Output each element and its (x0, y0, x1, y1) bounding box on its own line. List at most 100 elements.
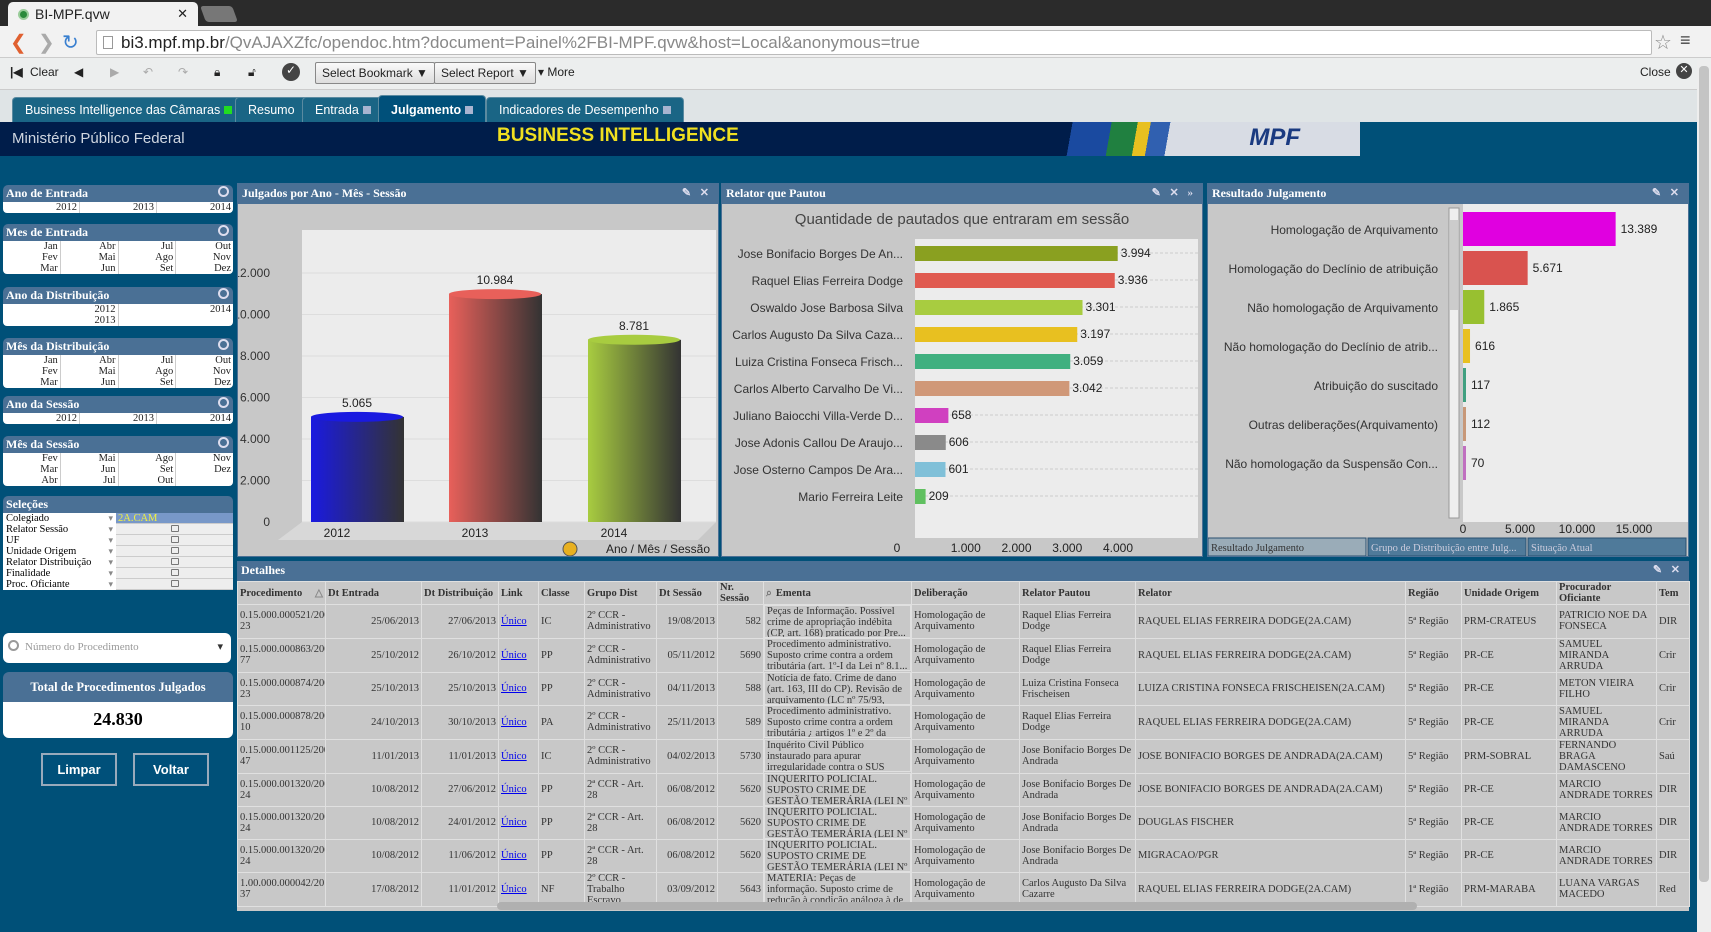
new-tab-button[interactable] (200, 6, 238, 22)
search-icon[interactable] (218, 437, 229, 448)
listbox-value[interactable]: Dez (176, 377, 231, 388)
category-label[interactable]: Luiza Cristina Fonseca Frisch... (735, 355, 903, 369)
search-icon[interactable]: ⌕ (766, 588, 772, 599)
category-label[interactable]: Jose Osterno Campos De Ara... (734, 463, 903, 477)
listbox-value[interactable]: Ago (119, 366, 173, 377)
column-header[interactable]: Tem (1656, 581, 1690, 605)
dropdown-arrow-icon[interactable]: ▾ (217, 640, 223, 653)
cycle-group-icon[interactable] (562, 541, 578, 557)
listbox-value[interactable]: 2014 (157, 202, 231, 213)
redo-icon[interactable]: ↷ (178, 65, 188, 79)
selection-row[interactable]: Colegiado2A.CAM (3, 513, 233, 524)
table-row[interactable]: 0.15.000.001125/2005-4711/01/201311/01/2… (237, 738, 1690, 774)
column-header[interactable]: Link (498, 581, 539, 605)
url-input[interactable]: bi3.mpf.mp.br/QvAJAXZfc/opendoc.htm?docu… (96, 30, 1652, 55)
selection-value[interactable] (116, 568, 233, 579)
column-header[interactable]: ⌕ Ementa (763, 581, 912, 605)
link-unico[interactable]: Único (501, 751, 527, 762)
selection-row[interactable]: Relator Sessão (3, 524, 233, 535)
listbox-value[interactable]: Abr (61, 241, 115, 252)
listbox-value[interactable]: 2012 (3, 202, 77, 213)
selection-field[interactable]: UF (3, 535, 116, 546)
selection-field[interactable]: Relator Sessão (3, 524, 116, 535)
clear-button[interactable]: Clear (30, 65, 59, 79)
column-header[interactable]: Procurador Oficiante (1556, 581, 1657, 605)
chart-tab-label[interactable]: Resultado Julgamento (1211, 543, 1304, 554)
listbox-value[interactable]: Jul (119, 355, 173, 366)
voltar-button[interactable]: Voltar (133, 753, 209, 786)
listbox-value[interactable]: 2014 (157, 413, 231, 424)
selection-value[interactable] (116, 524, 233, 535)
table-row[interactable]: 0.15.000.000878/2001-1024/10/201330/10/2… (237, 704, 1690, 740)
chart-tab-label[interactable]: Situação Atual (1531, 543, 1593, 554)
listbox-value[interactable]: 2014 (119, 304, 231, 315)
link-unico[interactable]: Único (501, 817, 527, 828)
search-icon[interactable] (218, 288, 229, 299)
selection-value[interactable] (116, 546, 233, 557)
lock-icon[interactable]: 🔒︎ (214, 65, 220, 80)
column-header[interactable]: Região (1405, 581, 1462, 605)
search-icon[interactable] (218, 186, 229, 197)
link-unico[interactable]: Único (501, 650, 527, 661)
category-scrollbar-thumb[interactable] (1450, 220, 1458, 310)
bar[interactable] (1463, 329, 1471, 363)
listbox-value[interactable]: Nov (176, 453, 231, 464)
link-unico[interactable]: Único (501, 616, 527, 627)
chart-tab-label[interactable]: Grupo de Distribuição entre Julg... (1371, 543, 1517, 554)
bar[interactable] (915, 462, 946, 477)
close-icon[interactable]: ✕ (1676, 63, 1692, 79)
listbox-value[interactable]: Jul (61, 475, 115, 486)
procedure-search-input[interactable]: Número do Procedimento ▾ (3, 633, 231, 663)
bar-2013[interactable] (449, 294, 542, 522)
selection-row[interactable]: Unidade Origem (3, 546, 233, 557)
bar[interactable] (1463, 251, 1528, 285)
category-label[interactable]: Não homologação de Arquivamento (1247, 301, 1438, 315)
bar[interactable] (1463, 407, 1466, 441)
select-bookmark-dropdown[interactable]: Select Bookmark ▼ (315, 62, 435, 84)
table-row[interactable]: 0.15.000.000521/2001-2325/06/201327/06/2… (237, 604, 1690, 639)
column-header[interactable]: Grupo Dist (584, 581, 657, 605)
bar-2012[interactable] (311, 416, 404, 522)
limpar-button[interactable]: Limpar (41, 753, 117, 786)
reload-icon[interactable]: ↻ (62, 30, 79, 55)
clear-chart-icon[interactable]: ✎ ✕ (682, 186, 712, 199)
listbox-value[interactable]: Abr (61, 355, 115, 366)
browser-tab[interactable]: BI-MPF.qvw ✕ (8, 2, 198, 26)
selection-field[interactable]: Finalidade (3, 568, 116, 579)
listbox-value[interactable]: Fev (3, 252, 58, 263)
table-row[interactable]: 0.15.000.001320/2002-2410/08/201211/06/2… (237, 838, 1690, 873)
close-tab-icon[interactable]: ✕ (177, 6, 188, 22)
listbox-value[interactable]: 2012 (3, 413, 77, 424)
bar[interactable] (915, 381, 1070, 396)
unlock-icon[interactable]: 🔓︎ (248, 65, 256, 80)
bar[interactable] (915, 327, 1078, 342)
selection-row[interactable]: Relator Distribuição (3, 557, 233, 568)
listbox-value[interactable]: Jun (61, 464, 116, 475)
listbox-value[interactable]: Mai (61, 453, 116, 464)
listbox-value[interactable]: Mai (61, 366, 116, 377)
column-header[interactable]: Nr. Sessão (717, 581, 764, 605)
bar[interactable] (915, 273, 1115, 288)
selection-row[interactable]: UF (3, 535, 233, 546)
bar[interactable] (915, 435, 946, 450)
tab-julgamento[interactable]: Julgamento (378, 95, 487, 122)
column-header[interactable]: Procedimento △ (237, 581, 326, 605)
column-header[interactable]: Dt Distribuição (421, 581, 499, 605)
column-header[interactable]: Relator Pautou (1019, 581, 1136, 605)
category-label[interactable]: Outras deliberações(Arquivamento) (1249, 418, 1438, 432)
bar-2014[interactable] (588, 339, 681, 522)
search-icon[interactable] (218, 397, 229, 408)
listbox-value[interactable]: 2013 (3, 315, 116, 326)
listbox-value[interactable]: Out (176, 355, 231, 366)
listbox-value[interactable]: Out (119, 475, 174, 486)
link-unico[interactable]: Único (501, 717, 527, 728)
listbox-value[interactable]: Jan (3, 355, 58, 366)
column-header[interactable]: Relator (1135, 581, 1406, 605)
table-row[interactable]: 1.00.000.000042/2012-3717/08/201211/01/2… (237, 871, 1690, 907)
checkbox-icon[interactable] (170, 558, 179, 565)
listbox-value[interactable]: Jun (61, 377, 116, 388)
category-label[interactable]: Atribuição do suscitado (1314, 379, 1438, 393)
listbox-value[interactable]: Nov (176, 252, 231, 263)
bar[interactable] (1463, 446, 1466, 480)
category-label[interactable]: Raquel Elias Ferreira Dodge (752, 274, 904, 288)
